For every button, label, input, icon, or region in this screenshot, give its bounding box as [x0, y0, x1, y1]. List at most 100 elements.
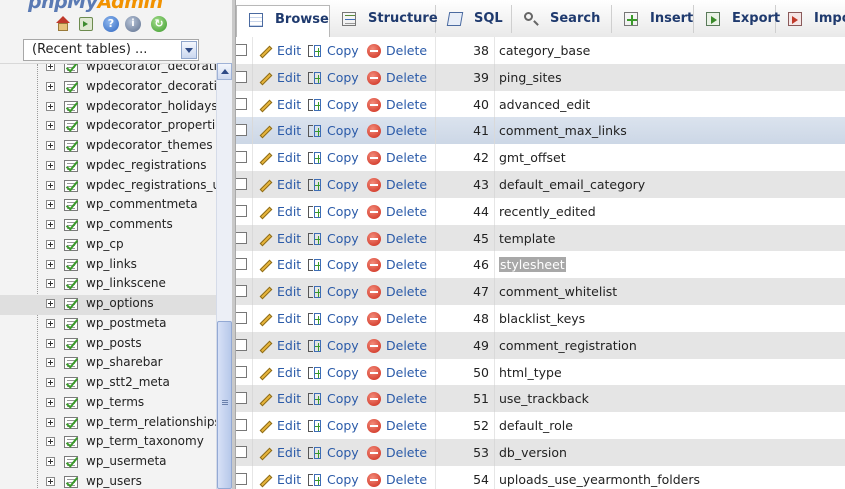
table-tree-item[interactable]: wp_linkscene	[0, 275, 216, 295]
table-tree-item[interactable]: wp_links	[0, 256, 216, 276]
table-name[interactable]: wp_stt2_meta	[86, 375, 216, 389]
expand-plus-icon[interactable]	[46, 81, 55, 91]
table-name[interactable]: wp_cp	[86, 237, 216, 251]
table-name[interactable]: wpdecorator_propertie	[86, 118, 216, 132]
row-checkbox[interactable]	[236, 419, 247, 432]
expand-plus-icon[interactable]	[46, 180, 55, 190]
expand-plus-icon[interactable]	[46, 378, 55, 387]
table-tree-item[interactable]: wpdecorator_propertie	[0, 117, 216, 137]
table-name[interactable]: wp_postmeta	[86, 316, 216, 330]
table-name[interactable]: wpdecorator_decorati	[86, 64, 216, 73]
tab-sql[interactable]: SQL	[436, 5, 512, 33]
table-tree-item[interactable]: wp_cp	[0, 236, 216, 256]
table-name[interactable]: wp_commentmeta	[86, 197, 216, 211]
table-row[interactable]: Edit Copy Delete 48 blacklist_keys	[236, 305, 845, 332]
table-tree-item[interactable]: wp_usermeta	[0, 453, 216, 473]
table-tree-item[interactable]: wp_options	[0, 295, 216, 315]
table-row[interactable]: Edit Copy Delete 40 advanced_edit	[236, 90, 845, 118]
table-row[interactable]: Edit Copy Delete 51 use_trackback	[236, 385, 845, 413]
table-name[interactable]: wpdecorator_holidays	[86, 99, 216, 113]
row-checkbox[interactable]	[236, 231, 247, 244]
expand-plus-icon[interactable]	[46, 101, 55, 111]
scrollbar-thumb[interactable]	[217, 321, 232, 489]
row-checkbox[interactable]	[236, 365, 247, 378]
row-checkbox[interactable]	[236, 97, 247, 110]
table-row[interactable]: Edit Copy Delete 53 db_version	[236, 439, 845, 466]
expand-plus-icon[interactable]	[46, 141, 55, 150]
table-row[interactable]: Edit Copy Delete 45 template	[236, 224, 845, 252]
row-checkbox[interactable]	[236, 285, 247, 298]
table-name[interactable]: wp_term_taxonomy	[86, 434, 216, 448]
table-name[interactable]: wp_comments	[86, 217, 216, 231]
expand-plus-icon[interactable]	[46, 160, 55, 170]
expand-plus-icon[interactable]	[46, 200, 55, 210]
expand-plus-icon[interactable]	[46, 476, 55, 486]
tab-impo[interactable]: Impo	[776, 5, 845, 33]
home-icon[interactable]	[55, 16, 71, 32]
table-name[interactable]: wpdec_registrations	[86, 158, 216, 172]
tab-insert[interactable]: Insert	[612, 5, 694, 33]
row-checkbox[interactable]	[236, 312, 247, 324]
table-row[interactable]: Edit Copy Delete 43 default_email_category	[236, 171, 845, 198]
table-row[interactable]: Edit Copy Delete 54 uploads_use_yearmonth_fo…	[236, 465, 845, 489]
table-row[interactable]: Edit Copy Delete 52 default_role	[236, 412, 845, 440]
table-tree-item[interactable]: wp_commentmeta	[0, 196, 216, 216]
row-checkbox[interactable]	[236, 124, 247, 137]
expand-plus-icon[interactable]	[46, 279, 55, 289]
expand-plus-icon[interactable]	[46, 259, 55, 269]
table-row[interactable]: Edit Copy Delete 38 category_base	[236, 37, 845, 64]
tab-search[interactable]: Search	[512, 5, 612, 33]
table-row[interactable]: Edit Copy Delete 39 ping_sites	[236, 63, 845, 91]
tree-scrollbar[interactable]	[216, 63, 232, 489]
table-tree-item[interactable]: wpdec_registrations_u	[0, 177, 216, 197]
table-tree-item[interactable]: wp_comments	[0, 216, 216, 236]
table-name[interactable]: wp_terms	[86, 395, 216, 409]
expand-plus-icon[interactable]	[46, 239, 55, 249]
expand-plus-icon[interactable]	[46, 299, 55, 308]
expand-plus-icon[interactable]	[46, 338, 55, 348]
expand-plus-icon[interactable]	[46, 457, 55, 466]
table-name[interactable]: wpdecorator_decoratic	[86, 79, 216, 93]
row-checkbox[interactable]	[236, 178, 247, 190]
row-checkbox[interactable]	[236, 70, 247, 83]
recent-tables-select[interactable]: (Recent tables) ...	[23, 39, 199, 61]
scroll-up-icon[interactable]	[217, 63, 232, 80]
table-row[interactable]: Edit Copy Delete 44 recently_edited	[236, 197, 845, 225]
table-row[interactable]: Edit Copy Delete 49 comment_registration	[236, 331, 845, 359]
table-row[interactable]: Edit Copy Delete 42 gmt_offset	[236, 144, 845, 172]
table-name[interactable]: wp_usermeta	[86, 454, 216, 468]
row-checkbox[interactable]	[236, 392, 247, 405]
expand-plus-icon[interactable]	[46, 121, 55, 131]
row-checkbox[interactable]	[236, 44, 247, 56]
row-checkbox[interactable]	[236, 446, 247, 458]
table-tree-item[interactable]: wpdecorator_themes	[0, 137, 216, 157]
exit-icon[interactable]	[79, 17, 93, 31]
row-checkbox[interactable]	[236, 258, 247, 271]
table-tree-item[interactable]: wpdecorator_decoratic	[0, 78, 216, 98]
table-tree-item[interactable]: wp_users	[0, 473, 216, 489]
row-checkbox[interactable]	[236, 338, 247, 351]
table-tree-item[interactable]: wp_sharebar	[0, 354, 216, 374]
table-tree-item[interactable]: wpdec_registrations	[0, 157, 216, 177]
table-name[interactable]: wp_posts	[86, 336, 216, 350]
expand-plus-icon[interactable]	[46, 358, 55, 368]
table-tree-item[interactable]: wpdecorator_decorati	[0, 64, 216, 78]
expand-plus-icon[interactable]	[46, 318, 55, 328]
table-row[interactable]: Edit Copy Delete 50 html_type	[236, 358, 845, 386]
table-name[interactable]: wp_users	[86, 474, 216, 488]
table-name[interactable]: wpdec_registrations_u	[86, 178, 216, 192]
table-row[interactable]: Edit Copy Delete 46 stylesheet	[236, 251, 845, 279]
table-tree-item[interactable]: wp_postmeta	[0, 315, 216, 335]
row-checkbox[interactable]	[236, 204, 247, 217]
expand-plus-icon[interactable]	[46, 64, 55, 71]
table-row[interactable]: Edit Copy Delete 41 comment_max_links	[236, 117, 845, 145]
row-checkbox[interactable]	[236, 151, 247, 164]
table-tree-item[interactable]: wp_stt2_meta	[0, 374, 216, 394]
table-tree-item[interactable]: wpdecorator_holidays	[0, 98, 216, 118]
row-checkbox[interactable]	[236, 472, 247, 485]
expand-plus-icon[interactable]	[46, 397, 55, 407]
table-tree-item[interactable]: wp_terms	[0, 394, 216, 414]
table-name[interactable]: wp_linkscene	[86, 276, 216, 290]
table-name[interactable]: wp_term_relationships	[86, 415, 216, 429]
table-row[interactable]: Edit Copy Delete 47 comment_whitelist	[236, 278, 845, 306]
